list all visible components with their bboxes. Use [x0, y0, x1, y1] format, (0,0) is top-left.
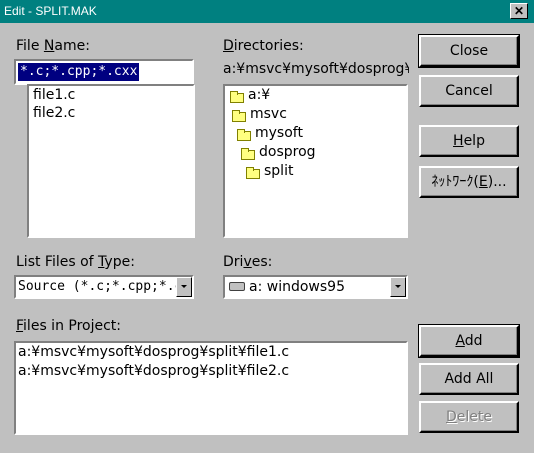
- directory-item[interactable]: dosprog: [259, 144, 316, 160]
- project-list-item[interactable]: a:¥msvc¥mysoft¥dosprog¥split¥file1.c: [18, 344, 289, 360]
- drives-select[interactable]: a: windows95: [223, 275, 408, 299]
- close-button[interactable]: Close: [418, 34, 520, 68]
- file-type-value: Source (*.c;*.cpp;*.c: [18, 279, 183, 294]
- help-button[interactable]: Help: [419, 125, 519, 157]
- folder-open-icon: [241, 148, 255, 160]
- network-button[interactable]: ﾈｯﾄﾜｰｸ(E)...: [419, 166, 519, 198]
- file-list-item[interactable]: file1.c: [33, 87, 75, 103]
- add-button[interactable]: Add: [418, 324, 520, 358]
- file-name-label: File Name:: [16, 38, 90, 54]
- drives-value: a: windows95: [249, 279, 345, 295]
- folder-open-icon: [230, 91, 244, 103]
- folder-open-icon: [232, 110, 246, 122]
- folder-open-icon: [237, 129, 251, 141]
- project-file-list[interactable]: a:¥msvc¥mysoft¥dosprog¥split¥file1.c a:¥…: [14, 341, 408, 435]
- delete-button[interactable]: Delete: [419, 401, 519, 433]
- file-list[interactable]: file1.c file2.c: [27, 84, 195, 238]
- files-in-project-label: Files in Project:: [16, 318, 122, 334]
- chevron-down-icon[interactable]: [176, 277, 192, 297]
- directories-label: Directories:: [223, 38, 304, 54]
- file-list-item[interactable]: file2.c: [33, 105, 75, 121]
- drives-label: Drives:: [223, 254, 273, 270]
- file-name-input[interactable]: *.c;*.cpp;*.cxx: [14, 59, 194, 85]
- current-path: a:¥msvc¥mysoft¥dosprog¥s: [223, 61, 409, 77]
- drive-icon: [229, 282, 245, 291]
- directory-item[interactable]: a:¥: [248, 87, 270, 103]
- file-type-select[interactable]: Source (*.c;*.cpp;*.c: [14, 275, 194, 299]
- directory-item[interactable]: split: [264, 163, 293, 179]
- folder-open-icon: [246, 167, 260, 179]
- edit-dialog: Edit - SPLIT.MAK ✕ File Name: *.c;*.cpp;…: [0, 0, 534, 453]
- directory-item[interactable]: msvc: [250, 106, 287, 122]
- title-bar: Edit - SPLIT.MAK ✕: [0, 0, 534, 23]
- file-name-value: *.c;*.cpp;*.cxx: [18, 63, 140, 81]
- add-all-button[interactable]: Add All: [419, 363, 519, 395]
- project-list-item[interactable]: a:¥msvc¥mysoft¥dosprog¥split¥file2.c: [18, 363, 289, 379]
- chevron-down-icon[interactable]: [390, 277, 406, 297]
- cancel-button[interactable]: Cancel: [419, 75, 519, 107]
- directory-item[interactable]: mysoft: [255, 125, 303, 141]
- directory-tree[interactable]: a:¥ msvc mysoft dosprog split: [223, 84, 408, 238]
- window-title: Edit - SPLIT.MAK: [4, 4, 97, 18]
- file-type-label: List Files of Type:: [16, 254, 135, 270]
- close-icon[interactable]: ✕: [510, 3, 528, 19]
